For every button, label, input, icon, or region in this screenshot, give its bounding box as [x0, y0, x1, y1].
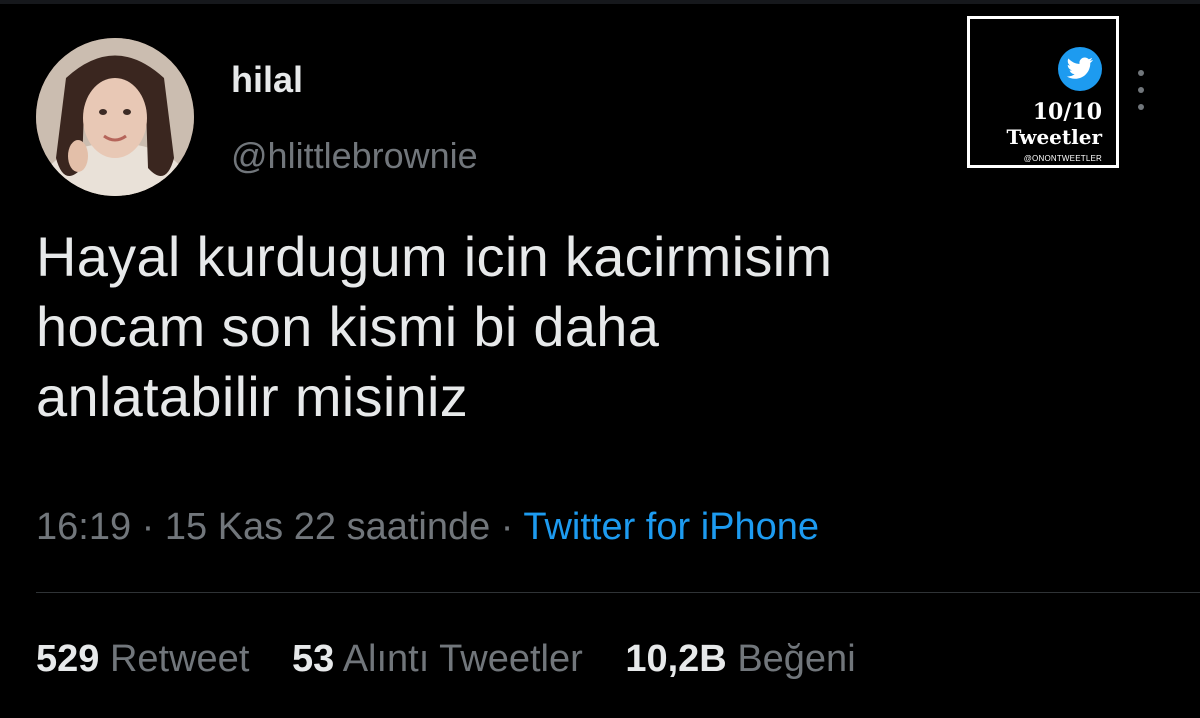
tweet-text-line: hocam son kismi bi daha: [36, 295, 660, 358]
retweets-stat[interactable]: 529 Retweet: [36, 640, 249, 678]
like-label: Beğeni: [737, 638, 856, 680]
top-border: [0, 0, 1200, 4]
tweet-text-line: anlatabilir misiniz: [36, 365, 469, 428]
tweet-time[interactable]: 16:19: [36, 506, 131, 548]
watermark-label: Tweetler: [1006, 125, 1102, 149]
like-count: 10,2B: [625, 638, 727, 680]
avatar[interactable]: [36, 38, 194, 196]
watermark-badge: 10/10 Tweetler @ONONTWEETLER: [967, 16, 1119, 168]
divider: [36, 592, 1200, 593]
twitter-bird-icon: [1058, 47, 1102, 91]
tweet-text-line: Hayal kurdugum icin kacirmisim: [36, 225, 833, 288]
meta-separator: ·: [500, 506, 514, 548]
display-name[interactable]: hilal: [231, 62, 303, 98]
retweet-label: Retweet: [109, 638, 250, 680]
meta-separator: ·: [141, 506, 155, 548]
tweet-source-link[interactable]: Twitter for iPhone: [523, 506, 819, 548]
tweet-text: Hayal kurdugum icin kacirmisim hocam son…: [36, 222, 1136, 432]
retweet-count: 529: [36, 638, 100, 680]
watermark-account: @ONONTWEETLER: [1023, 154, 1102, 163]
likes-stat[interactable]: 10,2B Beğeni: [625, 640, 855, 678]
quote-tweets-stat[interactable]: 53 Alıntı Tweetler: [292, 640, 583, 678]
tweet-date[interactable]: 15 Kas 22 saatinde: [165, 506, 490, 548]
handle[interactable]: @hlittlebrownie: [231, 138, 478, 174]
more-options-icon[interactable]: [1130, 70, 1152, 110]
engagement-stats: 529 Retweet 53 Alıntı Tweetler 10,2B Beğ…: [36, 640, 888, 678]
quote-label: Alıntı Tweetler: [342, 638, 583, 680]
tweet-meta: 16:19 · 15 Kas 22 saatinde · Twitter for…: [36, 508, 819, 546]
watermark-score: 10/10: [1032, 99, 1102, 125]
quote-count: 53: [291, 638, 335, 680]
